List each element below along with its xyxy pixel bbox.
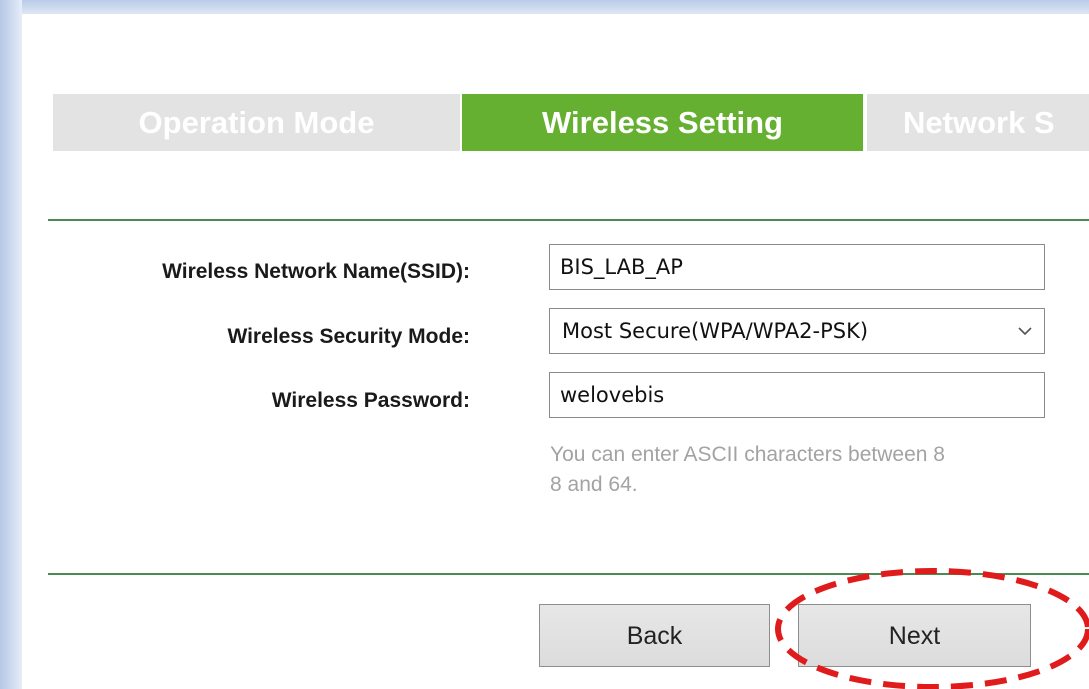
chevron-down-icon [1018,309,1032,353]
security-mode-value: Most Secure(WPA/WPA2-PSK) [562,319,869,343]
section-divider-bottom [48,573,1089,575]
security-mode-label: Wireless Security Mode: [227,325,470,348]
tab-label: Network S [903,105,1055,140]
wizard-panel: Operation Mode Wireless Setting Network … [22,14,1089,689]
password-label: Wireless Password: [271,389,470,412]
window-top-border [0,0,1089,14]
ssid-input[interactable] [549,244,1045,290]
section-divider-top [48,219,1089,221]
tab-label: Operation Mode [138,105,375,140]
security-mode-select[interactable]: Most Secure(WPA/WPA2-PSK) [549,308,1045,354]
window-left-border [0,0,22,689]
password-input[interactable] [549,372,1045,418]
tab-label: Wireless Setting [542,105,783,140]
ssid-label: Wireless Network Name(SSID): [162,260,470,283]
back-button[interactable]: Back [539,604,770,667]
password-hint-line-1: You can enter ASCII characters between 8 [550,443,945,466]
tab-operation-mode[interactable]: Operation Mode [53,94,460,151]
tab-wireless-setting[interactable]: Wireless Setting [462,94,863,151]
password-hint-line-2: 8 and 64. [550,473,638,496]
next-button[interactable]: Next [798,604,1031,667]
tab-network-settings[interactable]: Network S [867,94,1089,151]
password-hint: You can enter ASCII characters between 8… [550,440,1089,500]
